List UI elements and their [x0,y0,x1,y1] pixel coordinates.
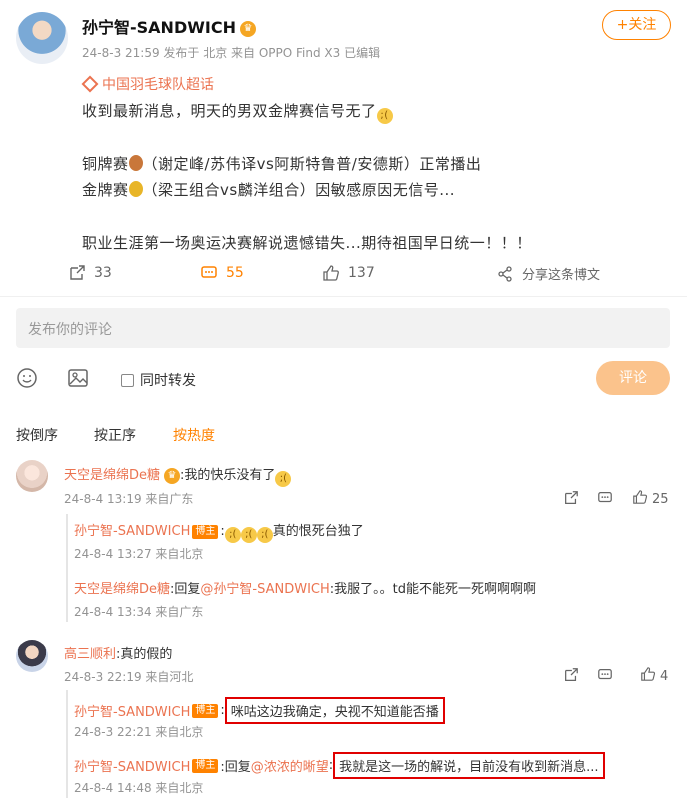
post-meta: 24-8-3 21:59 发布于 北京 来自 OPPO Find X3 已编辑 [82,46,381,60]
bronze-match-label: 铜牌赛 [82,155,129,173]
tab-sort-forward[interactable]: 按正序 [94,425,136,445]
diamond-icon [81,75,99,93]
comment-count: 55 [226,265,244,281]
reply-thread-line [66,690,68,798]
emoji-picker-icon[interactable] [16,367,38,389]
tab-sort-reverse[interactable]: 按倒序 [16,425,58,445]
reply-meta: 24-8-4 13:27 来自北京 [74,547,204,561]
reply-prefix: :回复 [170,582,201,597]
author-name[interactable]: 孙宁智-SANDWICH ♛ [82,14,256,38]
crying-emoji-icon: ;( [275,471,292,487]
reply-prefix: :回复 [220,760,251,775]
comment-meta: 24-8-3 22:19 来自河北 [64,670,194,684]
reply-author-name[interactable]: 孙宁智-SANDWICH [74,524,190,539]
comment-repost-icon[interactable] [563,667,579,687]
post-line-1-text: 收到最新消息，明天的男双金牌赛信号无了 [82,102,377,120]
comment-like-count: 4 [660,668,669,684]
comment-like-count: 25 [652,491,669,507]
commenter-name[interactable]: 天空是绵绵De糖 [64,468,160,483]
mention-link[interactable]: @孙宁智-SANDWICH [200,582,329,597]
gold-match-detail: （梁王组合vs麟洋组合）因敏感原因无信号... [142,181,456,199]
vip-icon: ♛ [239,20,256,37]
comment-reply-icon[interactable] [597,667,613,687]
author-name-text[interactable]: 孙宁智-SANDWICH [82,18,236,37]
reply-thread-line [66,514,68,622]
image-upload-icon[interactable] [67,367,89,389]
reply-text: 真的恨死台独了 [272,524,364,539]
reply-author-name[interactable]: 天空是绵绵De糖 [74,582,170,597]
post-line-3: 金牌赛 （梁王组合vs麟洋组合）因敏感原因无信号... [82,179,455,200]
mention-link[interactable]: @浓浓的晰望 [251,756,329,775]
reply-row: 孙宁智-SANDWICH 博主: 咪咕这边我确定，央视不知道能否播 [74,697,445,724]
vip-icon: ♛ [164,467,181,484]
share-icon [496,265,514,283]
author-badge: 博主 [192,758,219,773]
comment-input[interactable]: 发布你的评论 [16,308,670,348]
crying-emoji-icon: ;( [256,527,273,543]
submit-comment-button[interactable]: 评论 [596,361,670,395]
thumbs-up-icon [640,666,656,686]
highlighted-reply-text: 我就是这一场的解说，目前没有收到新消息... [333,752,605,779]
comment-text: :我的快乐没有了 [180,468,276,483]
post-line-1: 收到最新消息，明天的男双金牌赛信号无了 ;( [82,100,393,124]
crying-emoji-icon: ;( [224,527,241,543]
highlighted-reply-text: 咪咕这边我确定，央视不知道能否播 [224,697,445,724]
tab-sort-hot[interactable]: 按热度 [173,425,215,445]
comment-row: 高三顺利:真的假的 [64,643,172,662]
repost-button[interactable]: 33 [68,264,112,282]
checkbox-icon[interactable] [121,373,134,387]
avatar[interactable] [16,460,48,492]
comment-reply-icon[interactable] [597,490,613,510]
reply-row: 孙宁智-SANDWICH 博主: ;(;(;(真的恨死台独了 [74,520,364,543]
crying-emoji-icon: ;( [240,527,257,543]
reply-row: 天空是绵绵De糖:回复@孙宁智-SANDWICH:我服了。。td能不能死一死啊啊… [74,578,536,597]
comment-icon [200,264,218,282]
reply-meta: 24-8-4 14:48 来自北京 [74,781,204,795]
crying-emoji-icon: ;( [376,108,393,124]
author-badge: 博主 [192,525,219,539]
repost-checkbox-label: 同时转发 [140,373,196,389]
divider [0,296,687,297]
post-line-4: 职业生涯第一场奥运决赛解说遗憾错失...期待祖国早日统一！！！ [82,234,532,252]
comment-like-button[interactable]: 4 [640,666,668,686]
share-button[interactable]: 分享这条博文 [496,264,600,283]
repost-checkbox[interactable]: 同时转发 [121,370,196,390]
reply-text: :我服了。。td能不能死一死啊啊啊啊 [329,582,536,597]
like-count: 137 [348,265,375,281]
thumbs-up-icon [322,264,340,282]
comment-row: 天空是绵绵De糖 ♛:我的快乐没有了 ;( [64,464,292,487]
reply-meta: 24-8-4 13:34 来自广东 [74,605,204,619]
author-badge: 博主 [192,703,219,718]
like-button[interactable]: 137 [322,264,375,282]
comment-repost-icon[interactable] [563,490,579,510]
gold-medal-icon [128,181,143,197]
comment-text: :真的假的 [116,647,173,662]
comment-like-button[interactable]: 25 [632,489,669,509]
author-avatar[interactable] [16,12,68,64]
thumbs-up-icon [632,489,648,509]
bronze-match-detail: （谢定峰/苏伟译vs阿斯特鲁普/安德斯）正常播出 [142,155,482,173]
gold-match-label: 金牌赛 [82,181,129,199]
avatar[interactable] [16,640,48,672]
repost-count: 33 [94,265,112,281]
topic-link[interactable]: 中国羽毛球队超话 [81,74,214,94]
topic-text[interactable]: 中国羽毛球队超话 [102,77,214,93]
follow-button[interactable]: +关注 [602,10,671,40]
reply-author-name[interactable]: 孙宁智-SANDWICH [74,701,190,720]
reply-meta: 24-8-3 22:21 来自北京 [74,725,204,739]
commenter-name[interactable]: 高三顺利 [64,647,116,662]
post-line-2: 铜牌赛 （谢定峰/苏伟译vs阿斯特鲁普/安德斯）正常播出 [82,153,481,174]
comment-meta: 24-8-4 13:19 来自广东 [64,492,194,506]
share-label: 分享这条博文 [522,268,601,283]
reply-row: 孙宁智-SANDWICH 博主:回复 @浓浓的晰望: 我就是这一场的解说，目前没有收到… [74,752,605,779]
bronze-medal-icon [128,155,143,171]
repost-icon [68,264,86,282]
reply-author-name[interactable]: 孙宁智-SANDWICH [74,756,190,775]
comment-toggle-button[interactable]: 55 [200,264,244,282]
